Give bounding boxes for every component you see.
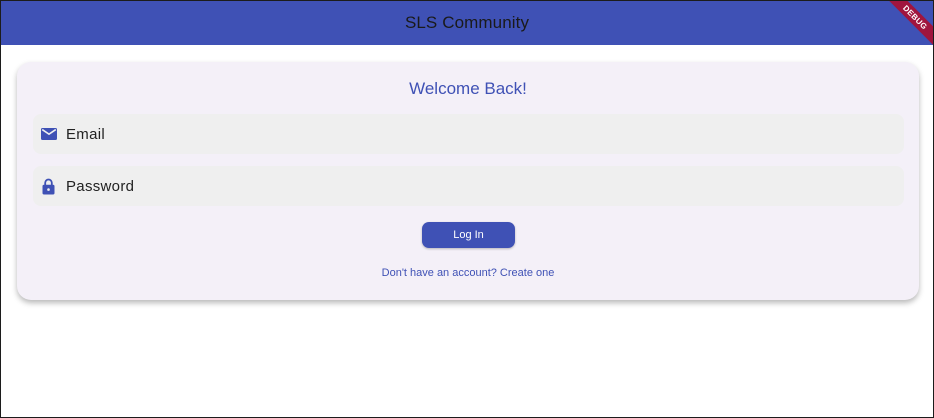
debug-banner: DEBUG (882, 1, 933, 51)
app-title: SLS Community (404, 13, 530, 32)
password-input[interactable] (64, 176, 904, 196)
login-button[interactable]: Log In (422, 222, 515, 248)
login-card: Welcome Back! Log In Don't have an (17, 62, 919, 300)
app-window: SLS Community DEBUG Welcome Back! Email … (0, 0, 934, 418)
welcome-title: Welcome Back! (409, 79, 527, 98)
email-icon (40, 126, 57, 143)
email-field[interactable] (33, 114, 904, 154)
app-bar: SLS Community DEBUG (1, 1, 933, 51)
create-account-link[interactable]: Don't have an account? Create one (17, 267, 919, 279)
email-input[interactable] (64, 124, 904, 144)
lock-icon (40, 178, 57, 195)
password-field[interactable] (33, 166, 904, 206)
